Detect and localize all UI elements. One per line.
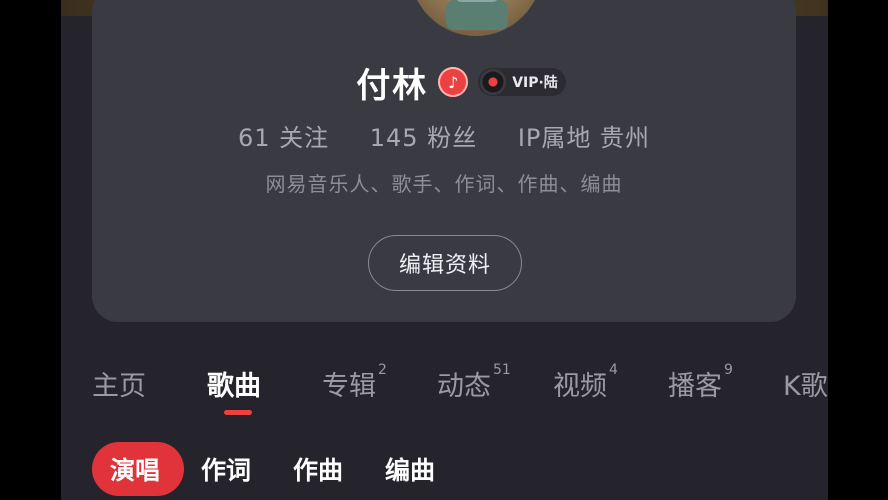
tab-count: 2 [378, 362, 387, 378]
profile-tabs: 主页 歌曲 专辑2 动态51 视频4 播客9 K歌 [61, 362, 828, 414]
tab-label: 歌曲 [207, 371, 261, 402]
tab-home[interactable]: 主页 [92, 364, 146, 403]
profile-screen: 付林 ♪ VIP·陆 61 关注 145 粉丝 IP属地 贵州 网易音乐人、歌手… [61, 0, 828, 500]
vinyl-disc-icon [480, 69, 507, 95]
ip-location: IP属地 贵州 [517, 124, 651, 152]
tab-podcasts[interactable]: 播客9 [668, 362, 733, 403]
avatar-figure-shape [454, 0, 500, 2]
active-tab-indicator [224, 410, 252, 415]
tab-count: 4 [609, 362, 618, 378]
tab-karaoke[interactable]: K歌 [783, 364, 828, 403]
tab-label: 主页 [92, 371, 146, 402]
avatar-chair-shape [446, 0, 508, 30]
profile-card: 付林 ♪ VIP·陆 61 关注 145 粉丝 IP属地 贵州 网易音乐人、歌手… [92, 0, 796, 322]
vip-badge[interactable]: VIP·陆 [478, 68, 566, 96]
profile-stats: 61 关注 145 粉丝 IP属地 贵州 [92, 118, 796, 153]
tab-albums[interactable]: 专辑2 [322, 362, 387, 403]
tab-label: 播客 [668, 371, 722, 402]
following-count[interactable]: 61 关注 [238, 124, 329, 152]
vip-label: VIP·陆 [512, 75, 558, 91]
name-row: 付林 ♪ VIP·陆 [92, 60, 796, 106]
tab-label: 专辑 [322, 371, 376, 402]
tab-songs[interactable]: 歌曲 [207, 364, 261, 403]
edit-profile-button[interactable]: 编辑资料 [368, 235, 522, 291]
profile-bio: 网易音乐人、歌手、作词、作曲、编曲 [265, 172, 623, 196]
tab-count: 9 [724, 362, 733, 378]
tab-label: 视频 [553, 371, 607, 402]
music-note-icon[interactable]: ♪ [438, 67, 469, 97]
tab-count: 51 [493, 362, 511, 378]
profile-name: 付林 [356, 65, 429, 106]
song-filter-chips: 演唱 作词 作曲 编曲 [61, 442, 828, 496]
tab-label: 动态 [437, 371, 491, 402]
filter-sing[interactable]: 演唱 [92, 442, 184, 496]
filter-lyrics[interactable]: 作词 [201, 442, 251, 496]
tab-videos[interactable]: 视频4 [553, 362, 618, 403]
followers-count[interactable]: 145 粉丝 [370, 124, 477, 152]
avatar[interactable] [410, 0, 542, 36]
tab-moments[interactable]: 动态51 [437, 362, 511, 403]
tab-label: K歌 [783, 371, 828, 402]
filter-arrange[interactable]: 编曲 [385, 442, 435, 496]
filter-compose[interactable]: 作曲 [293, 442, 343, 496]
